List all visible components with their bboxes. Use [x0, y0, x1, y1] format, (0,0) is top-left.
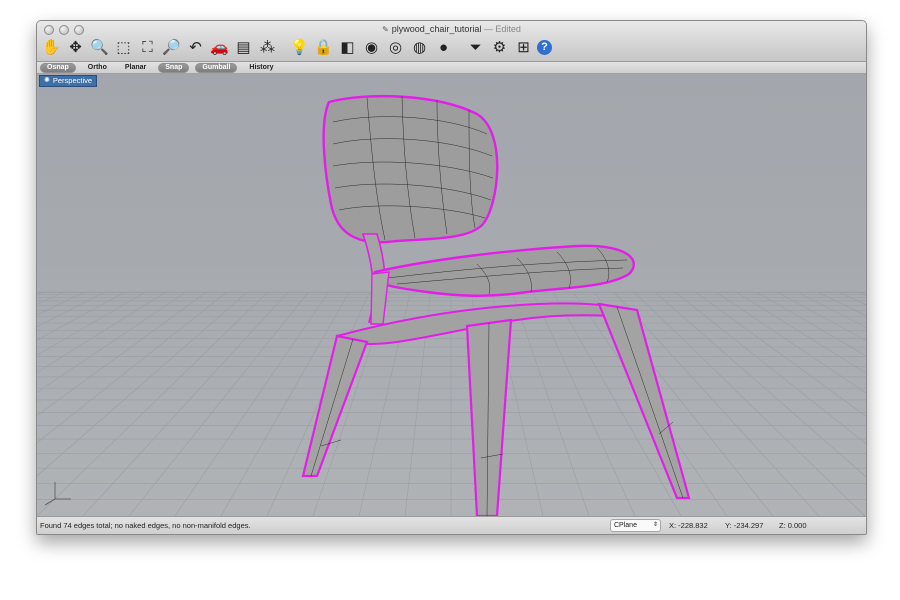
gumball-toggle[interactable]: Gumball [195, 62, 238, 73]
main-toolbar: ✋ ✥ 🔍 ⬚ ⛶ 🔎 ↶ 🚗 ▤ ⁂ 💡 🔒 ◧ ◉ ◎ ◍ ● ⏷ ⚙ ⊞? [41, 35, 552, 59]
undo-view-icon[interactable]: ↶ [185, 37, 206, 58]
network-icon[interactable]: ⊞ [513, 37, 534, 58]
rotate-icon[interactable]: ✥ [65, 37, 86, 58]
zoom-icon[interactable]: 🔍 [89, 37, 110, 58]
chair-seat[interactable] [372, 244, 635, 297]
lock-icon[interactable]: 🔒 [313, 37, 334, 58]
zoom-selected-icon[interactable]: 🔎 [161, 37, 182, 58]
axis-gizmo [44, 482, 71, 506]
ortho-toggle[interactable]: Ortho [82, 64, 113, 72]
document-icon: ✎ [382, 25, 389, 34]
wireframe-sphere-icon[interactable]: ◎ [385, 37, 406, 58]
help-icon[interactable]: ? [537, 39, 552, 55]
history-toggle[interactable]: History [243, 64, 279, 72]
chair-leg-back-right[interactable] [597, 302, 691, 500]
status-message: Found 74 edges total; no naked edges, no… [40, 521, 251, 530]
viewport-canvas[interactable] [37, 74, 866, 516]
color-wheel-icon[interactable]: ◉ [361, 37, 382, 58]
app-window: ✎ plywood_chair_tutorial — Edited ✋ ✥ 🔍 ⬚ ⛶ 🔎 ↶… [36, 20, 867, 535]
status-bar: Found 74 edges total; no naked edges, no… [37, 516, 866, 534]
pan-icon[interactable]: ✋ [41, 37, 62, 58]
updown-arrows-icon: ⇕ [652, 522, 658, 528]
chair-model[interactable] [301, 94, 691, 516]
shaded-sphere-icon[interactable]: ◍ [409, 37, 430, 58]
osnap-toggle[interactable]: Osnap [40, 62, 76, 73]
viewport-menu-icon[interactable]: ✺ [44, 76, 50, 86]
snap-toggle[interactable]: Snap [158, 62, 190, 73]
light-bulb-icon[interactable]: 💡 [289, 37, 310, 58]
viewport-label-tab[interactable]: ✺ Perspective [39, 75, 98, 87]
render-sphere-icon[interactable]: ● [433, 37, 454, 58]
edited-indicator: — Edited [483, 24, 521, 34]
chair-backrest[interactable] [322, 94, 499, 244]
title-bar: ✎ plywood_chair_tutorial — Edited ✋ ✥ 🔍 ⬚ ⛶ 🔎 ↶… [37, 21, 866, 62]
properties-icon[interactable]: ◧ [337, 37, 358, 58]
z-coordinate: Z: 0.000 [779, 521, 807, 530]
perspective-viewport[interactable]: ✺ Perspective [37, 74, 866, 516]
viewport-label: Perspective [52, 76, 93, 85]
car-icon[interactable]: 🚗 [209, 37, 230, 58]
chair-leg-front-left[interactable] [301, 334, 369, 478]
options-icon[interactable]: ⚙ [489, 37, 510, 58]
cplane-value: CPlane [614, 522, 637, 529]
command-bar: Osnap Ortho Planar Snap Gumball History [37, 62, 866, 74]
window-title: ✎ plywood_chair_tutorial — Edited [37, 24, 866, 34]
layer-icon[interactable]: ▤ [233, 37, 254, 58]
cplane-select[interactable]: CPlane ⇕ [610, 519, 661, 532]
funnel-icon[interactable]: ⏷ [465, 37, 486, 58]
select-points-icon[interactable]: ⁂ [257, 37, 278, 58]
x-coordinate: X: -228.832 [669, 521, 708, 530]
chair-leg-front-right[interactable] [465, 318, 513, 516]
document-name: plywood_chair_tutorial [391, 24, 482, 34]
y-coordinate: Y: -234.297 [725, 521, 764, 530]
zoom-window-icon[interactable]: ⬚ [113, 37, 134, 58]
planar-toggle[interactable]: Planar [119, 64, 152, 72]
zoom-extents-icon[interactable]: ⛶ [137, 37, 158, 58]
